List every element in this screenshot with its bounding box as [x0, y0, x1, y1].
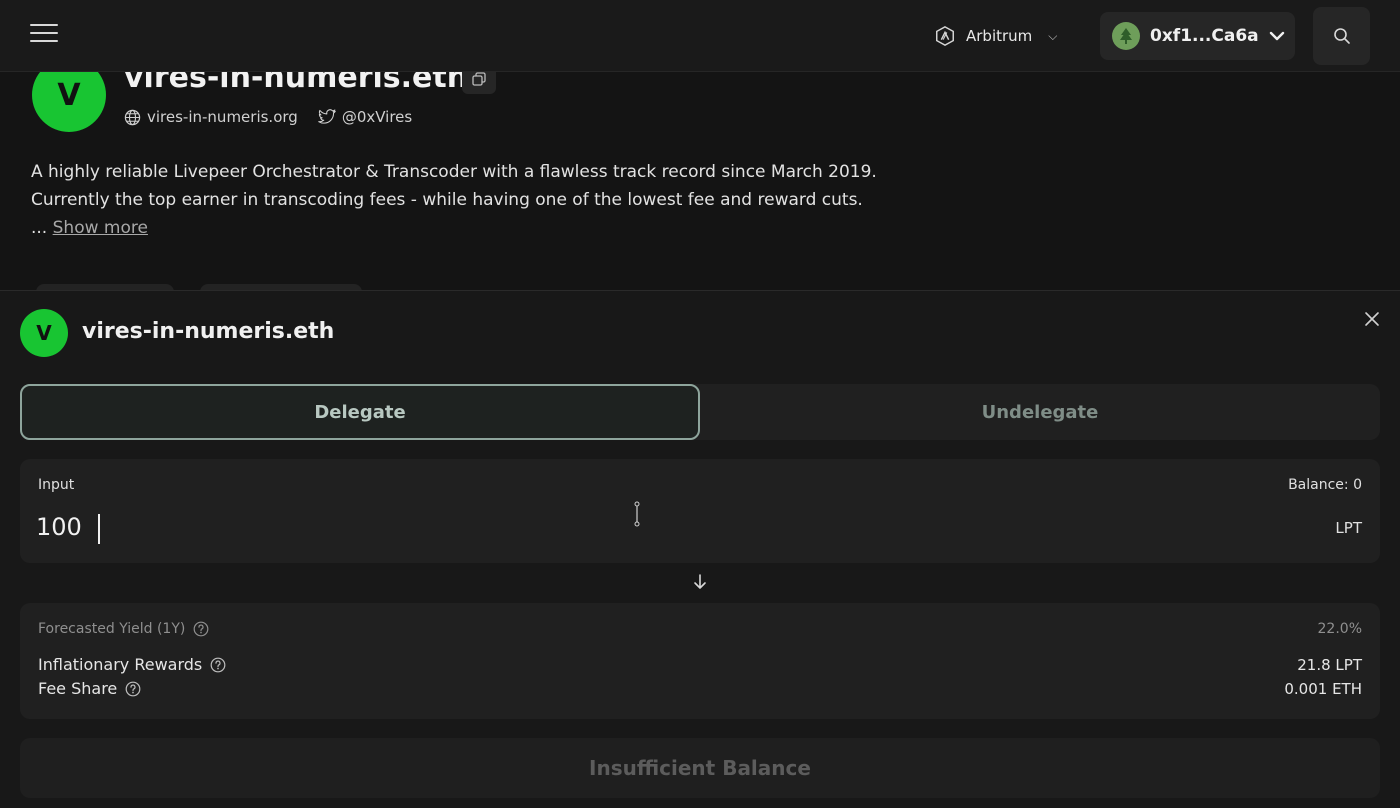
- profile-links: vires-in-numeris.org @0xVires: [124, 108, 412, 126]
- arrow-down-icon: [690, 571, 710, 593]
- submit-button[interactable]: Insufficient Balance: [20, 738, 1380, 798]
- account-address: 0xf1...Ca6a: [1150, 26, 1259, 46]
- fee-share-value: 0.001 ETH: [1284, 679, 1362, 698]
- hamburger-menu-icon[interactable]: [30, 24, 58, 48]
- forecast-yield-row: Forecasted Yield (1Y) 22.0%: [38, 621, 1362, 637]
- token-symbol: LPT: [1335, 519, 1362, 537]
- account-button[interactable]: 0xf1...Ca6a: [1100, 12, 1295, 60]
- text-caret: [98, 514, 100, 544]
- panel-title: vires-in-numeris.eth: [82, 319, 335, 344]
- description-line: A highly reliable Livepeer Orchestrator …: [31, 162, 877, 182]
- amount-input-card: Input Balance: 0 LPT: [20, 459, 1380, 563]
- website-text: vires-in-numeris.org: [147, 108, 298, 126]
- show-more-link[interactable]: Show more: [53, 218, 148, 238]
- twitter-handle: @0xVires: [341, 108, 413, 126]
- twitter-icon: [318, 109, 336, 124]
- text-cursor-icon: [634, 501, 640, 527]
- help-icon[interactable]: [125, 681, 141, 697]
- globe-icon: [124, 109, 141, 125]
- fee-share-row: Fee Share 0.001 ETH: [38, 679, 1362, 698]
- close-button[interactable]: [1360, 307, 1384, 331]
- inflationary-rewards-row: Inflationary Rewards 21.8 LPT: [38, 655, 1362, 674]
- delegate-tabs: Delegate Undelegate: [20, 384, 1380, 440]
- chevron-down-icon: ⌵: [1048, 28, 1058, 43]
- website-link[interactable]: vires-in-numeris.org: [124, 108, 298, 126]
- tab-undelegate[interactable]: Undelegate: [700, 384, 1380, 440]
- top-navigation-bar: Arbitrum ⌵ 0xf1...Ca6a: [0, 0, 1400, 72]
- inflationary-label: Inflationary Rewards: [38, 655, 203, 674]
- search-button[interactable]: [1313, 7, 1370, 65]
- copy-icon: [472, 72, 486, 86]
- amount-input[interactable]: [36, 507, 1136, 547]
- network-name: Arbitrum: [966, 27, 1033, 45]
- yield-label: Forecasted Yield (1Y): [38, 621, 186, 637]
- orchestrator-description: A highly reliable Livepeer Orchestrator …: [31, 158, 931, 242]
- close-icon: [1365, 312, 1379, 326]
- chevron-down-icon: [1269, 31, 1284, 41]
- help-icon[interactable]: [193, 621, 209, 637]
- twitter-link[interactable]: @0xVires: [318, 108, 412, 126]
- inflationary-value: 21.8 LPT: [1297, 655, 1362, 674]
- input-label: Input: [38, 477, 75, 493]
- tab-delegate[interactable]: Delegate: [20, 384, 700, 440]
- search-icon: [1333, 28, 1350, 44]
- fee-share-label: Fee Share: [38, 679, 118, 698]
- help-icon[interactable]: [210, 657, 226, 673]
- arbitrum-logo-icon: [936, 25, 954, 47]
- description-ellipsis: ...: [31, 218, 48, 238]
- network-selector[interactable]: Arbitrum ⌵: [934, 22, 1057, 50]
- tree-avatar-icon: [1112, 22, 1140, 50]
- yield-value: 22.0%: [1317, 621, 1362, 637]
- delegation-panel: V vires-in-numeris.eth Delegate Undelega…: [0, 290, 1400, 808]
- description-more: ... Show more: [31, 214, 931, 242]
- balance-text: Balance: 0: [1288, 477, 1362, 493]
- description-line: Currently the top earner in transcoding …: [31, 190, 863, 210]
- forecast-card: Forecasted Yield (1Y) 22.0% Inflationary…: [20, 603, 1380, 719]
- panel-avatar: V: [20, 309, 68, 357]
